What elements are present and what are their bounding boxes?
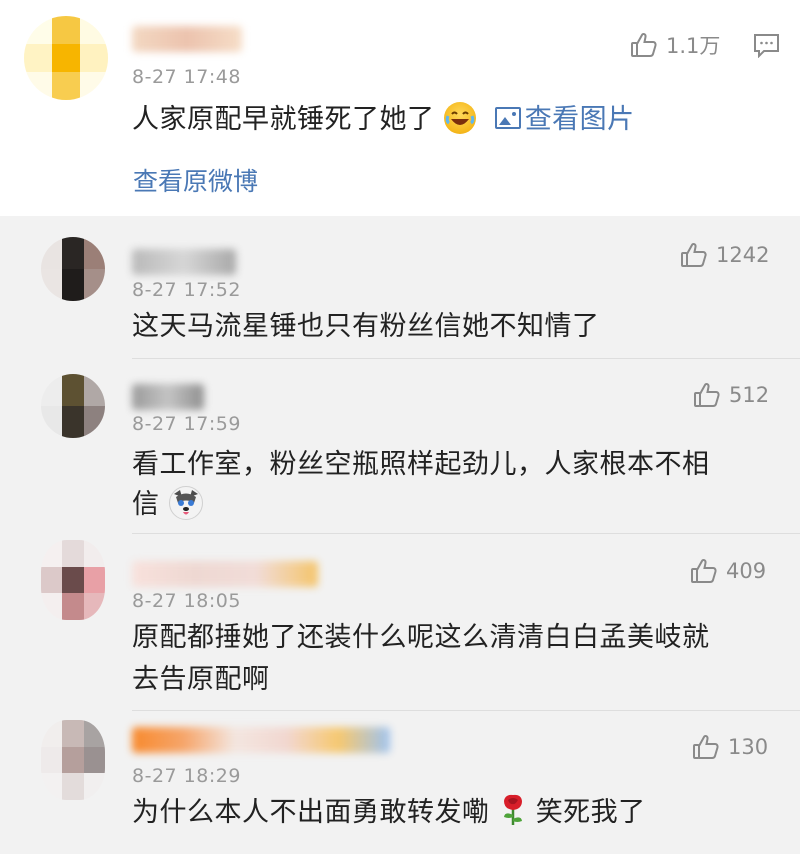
comment-time: 8-27 17:52 bbox=[132, 279, 241, 301]
like-count: 1.1万 bbox=[666, 34, 721, 58]
comment-text: 为什么本人不出面勇敢转发嘞 笑死我了 bbox=[132, 792, 646, 834]
comment-text: 人家原配早就锤死了她了 查看图片 bbox=[132, 99, 635, 141]
thumbs-up-icon bbox=[631, 32, 657, 57]
thumbs-up-icon bbox=[694, 382, 720, 407]
top-comment: 1.1万 8-27 17:48 人家原配早就锤死了她了 查看图片 查看原微博 bbox=[0, 0, 800, 216]
view-image-link[interactable]: 查看图片 bbox=[485, 104, 635, 135]
comment-body: 笑死我了 bbox=[535, 797, 646, 828]
comment-time: 8-27 18:29 bbox=[132, 765, 241, 787]
comment-icon[interactable] bbox=[753, 33, 780, 58]
rose-emoji bbox=[503, 794, 522, 825]
avatar[interactable] bbox=[41, 237, 105, 301]
comment-body: 人家原配早就锤死了她了 bbox=[132, 104, 435, 135]
avatar[interactable] bbox=[41, 540, 105, 620]
thumbs-up-icon bbox=[691, 558, 717, 583]
thumbs-up-icon bbox=[681, 242, 707, 267]
username-blurred[interactable] bbox=[132, 249, 236, 275]
picture-icon bbox=[494, 106, 521, 129]
laughing-emoji bbox=[443, 101, 476, 134]
like-button[interactable]: 409 bbox=[690, 557, 766, 585]
comment-text-line: 去告原配啊 bbox=[132, 664, 270, 695]
comment-time: 8-27 17:59 bbox=[132, 413, 241, 435]
like-count: 512 bbox=[729, 383, 770, 407]
like-button[interactable]: 512 bbox=[693, 381, 769, 409]
like-count: 409 bbox=[726, 559, 767, 583]
husky-emoji bbox=[168, 485, 203, 520]
like-button[interactable]: 1.1万 bbox=[630, 30, 720, 60]
comment-time: 8-27 17:48 bbox=[132, 66, 241, 88]
comment-text-line: 信 bbox=[132, 489, 160, 520]
like-button[interactable]: 1242 bbox=[680, 241, 769, 269]
avatar[interactable] bbox=[41, 720, 105, 800]
divider bbox=[132, 533, 800, 534]
divider bbox=[132, 710, 800, 711]
comment-text-line: 看工作室，粉丝空瓶照样起劲儿，人家根本不相 bbox=[132, 449, 710, 480]
username-blurred[interactable] bbox=[132, 26, 242, 52]
thumbs-up-icon bbox=[693, 734, 719, 759]
like-count: 1242 bbox=[716, 243, 770, 267]
divider bbox=[132, 358, 800, 359]
like-count: 130 bbox=[728, 735, 769, 759]
username-blurred[interactable] bbox=[132, 561, 318, 587]
comment-text: 这天马流星锤也只有粉丝信她不知情了 bbox=[132, 311, 600, 342]
username-blurred[interactable] bbox=[132, 727, 390, 753]
username-blurred[interactable] bbox=[132, 384, 204, 410]
comment-text-line: 原配都捶她了还装什么呢这么清清白白孟美岐就 bbox=[132, 622, 710, 653]
like-button[interactable]: 130 bbox=[692, 733, 768, 761]
comment-body: 为什么本人不出面勇敢转发嘞 bbox=[132, 797, 490, 828]
comment-text: 信 bbox=[132, 484, 203, 526]
avatar[interactable] bbox=[24, 16, 108, 100]
view-original-link[interactable]: 查看原微博 bbox=[133, 162, 258, 198]
avatar[interactable] bbox=[41, 374, 105, 438]
comment-time: 8-27 18:05 bbox=[132, 590, 241, 612]
